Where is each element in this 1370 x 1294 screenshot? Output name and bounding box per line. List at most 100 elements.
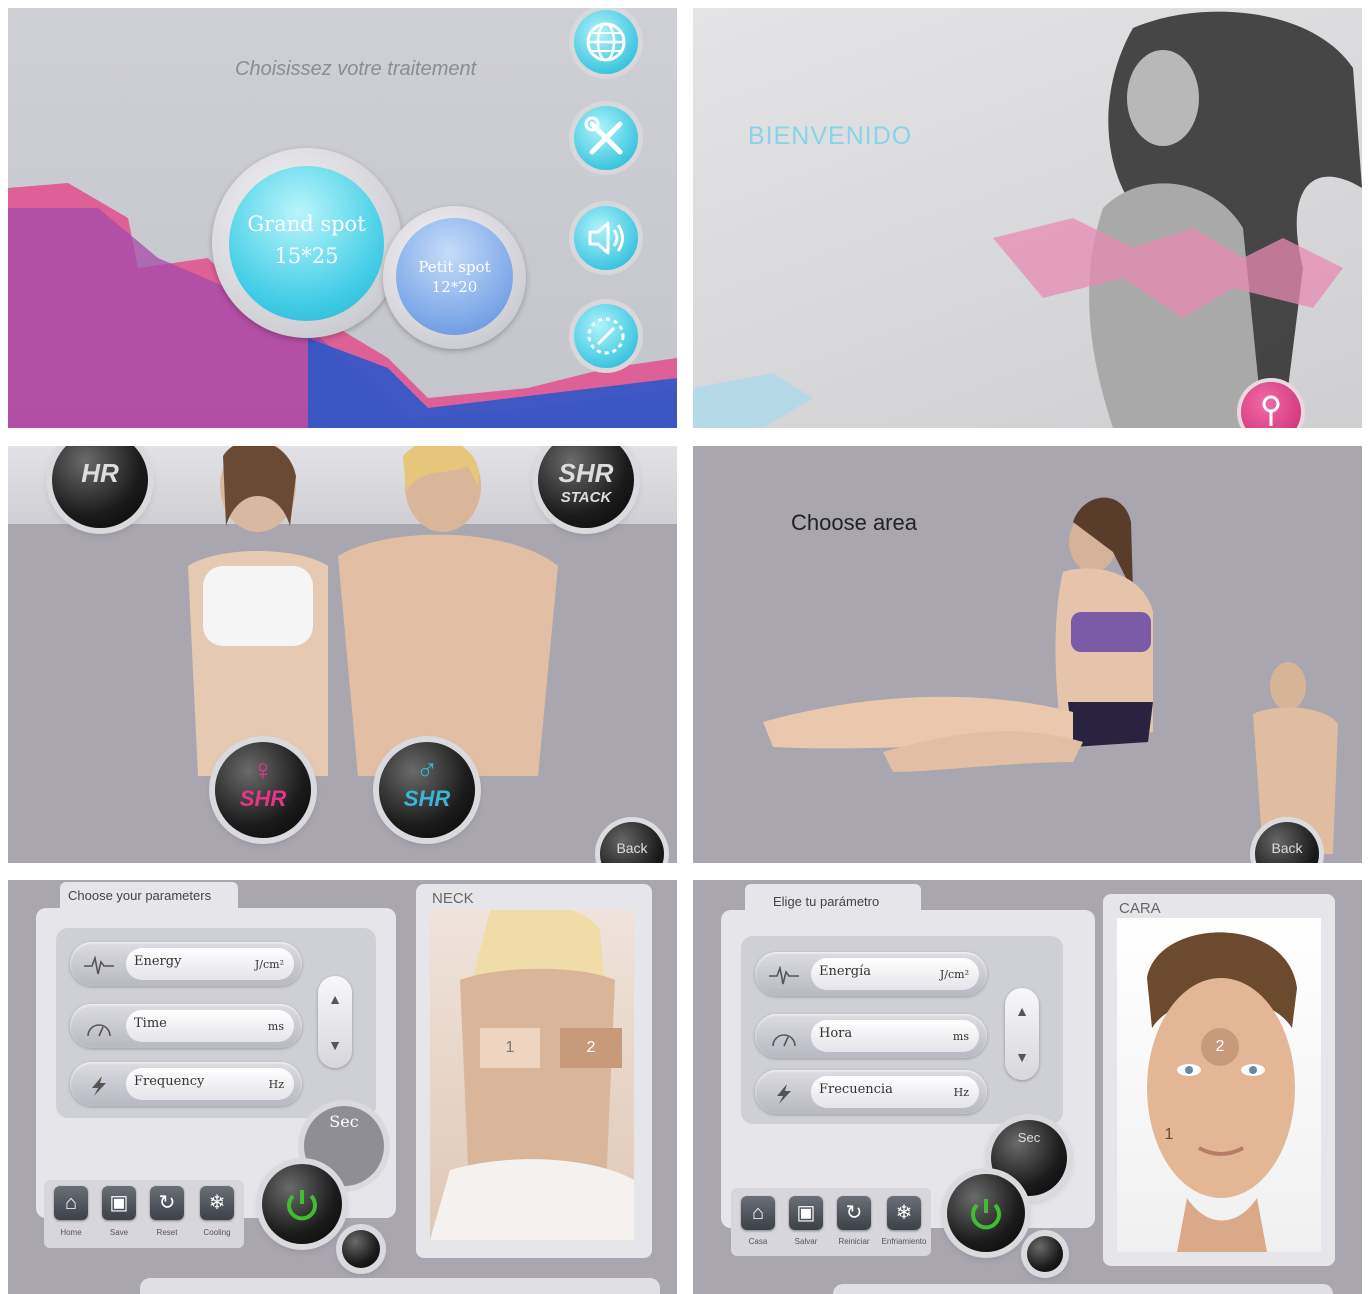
male-shr-button[interactable]: ♂ SHR: [379, 742, 475, 838]
power-button[interactable]: [947, 1174, 1025, 1252]
save-icon: ▣: [796, 1202, 816, 1224]
zone-1-label: 1: [1164, 1126, 1174, 1143]
energy-field[interactable]: Energy J/cm²: [70, 942, 302, 986]
speaker-icon: [588, 221, 624, 255]
bottom-tab-strip: [833, 1284, 1333, 1294]
back-figure: [430, 910, 634, 1240]
time-label: Hora: [819, 1026, 853, 1041]
power-icon: [971, 1199, 1001, 1230]
home-icon: ⌂: [751, 1202, 765, 1224]
energy-label: Energy: [134, 954, 182, 969]
frequency-field[interactable]: Frequency Hz: [70, 1062, 302, 1106]
time-unit: ms: [267, 1020, 284, 1033]
key-icon: [1262, 395, 1280, 426]
key-button[interactable]: [1241, 382, 1301, 428]
frequency-unit: Hz: [268, 1078, 284, 1091]
petit-spot-label: Petit spot: [418, 258, 491, 276]
parameters-tab: Elige tu parámetro: [745, 884, 921, 916]
energy-field[interactable]: Energía J/cm²: [755, 952, 987, 996]
sec-label: Sec: [329, 1112, 359, 1131]
pulse-icon: [84, 956, 114, 975]
save-label: Save: [109, 1228, 129, 1237]
time-label: Time: [134, 1016, 167, 1031]
sound-button[interactable]: [574, 206, 638, 270]
zone-1-label: 1: [505, 1039, 515, 1056]
male-shr-label: SHR: [403, 786, 451, 811]
time-field[interactable]: Hora ms: [755, 1014, 987, 1058]
bottom-tab-strip: [140, 1278, 660, 1294]
zone-2[interactable]: 2: [560, 1028, 622, 1068]
sun-icon: [587, 317, 625, 355]
secondary-knob[interactable]: [1027, 1236, 1063, 1272]
decrease-button[interactable]: ▼: [318, 1022, 352, 1068]
zone-2-label: 2: [586, 1039, 596, 1056]
cooling-button[interactable]: ❄: [887, 1196, 921, 1230]
panel-parameters-en: Choose your parameters Energy J/cm² Time…: [8, 880, 677, 1294]
value-stepper: ▲ ▼: [1005, 988, 1039, 1080]
welcome-title: BIENVENIDO: [748, 122, 913, 150]
lightning-icon: [92, 1076, 106, 1096]
home-button[interactable]: ⌂: [54, 1186, 88, 1220]
gauge-icon: [772, 1034, 796, 1047]
energy-unit: J/cm²: [254, 958, 284, 971]
female-body-photo[interactable]: [753, 482, 1223, 772]
save-label: Salvar: [794, 1237, 818, 1246]
tools-icon: [584, 116, 623, 155]
panel-mode-selection: HR SHR STACK ♀ SHR ♂ SHR Back: [8, 446, 677, 863]
reset-button[interactable]: ↻: [837, 1196, 871, 1230]
pulse-icon: [769, 966, 799, 985]
zone-2[interactable]: 2: [1201, 1028, 1239, 1066]
decorative-crystal: [693, 373, 813, 428]
parameters-tab-label: Elige tu parámetro: [773, 894, 880, 909]
face-area-photo: [1117, 918, 1321, 1252]
power-button[interactable]: [262, 1164, 342, 1244]
snowflake-icon: ❄: [208, 1192, 226, 1214]
reset-label: Reset: [156, 1228, 178, 1237]
power-icon: [287, 1190, 317, 1221]
energy-unit: J/cm²: [939, 968, 969, 981]
male-icon: ♂: [415, 754, 439, 787]
snowflake-icon: ❄: [895, 1202, 913, 1224]
grand-spot-label: Grand spot: [247, 212, 366, 236]
frequency-label: Frequency: [134, 1074, 205, 1089]
panel-spot-selection: Choisissez votre traitement Grand spot 1…: [8, 8, 677, 428]
save-icon: ▣: [109, 1192, 129, 1214]
female-shr-label: SHR: [239, 786, 287, 811]
zone-1[interactable]: 1: [1159, 1126, 1179, 1148]
language-button[interactable]: [574, 10, 638, 74]
brightness-button[interactable]: [574, 304, 638, 368]
back-label: Back: [1271, 840, 1303, 856]
reset-icon: ↻: [845, 1202, 863, 1224]
increase-button[interactable]: ▲: [1005, 988, 1039, 1034]
time-unit: ms: [952, 1030, 969, 1043]
model-photo: [993, 11, 1362, 428]
petit-spot-button[interactable]: Petit spot 12*20: [396, 218, 513, 335]
energy-label: Energía: [819, 964, 871, 979]
reset-button[interactable]: ↻: [150, 1186, 184, 1220]
cooling-button[interactable]: ❄: [200, 1186, 234, 1220]
grand-spot-button[interactable]: Grand spot 15*25: [229, 166, 384, 321]
reset-label: Reiniciar: [838, 1237, 870, 1246]
panel-welcome: BIENVENIDO: [693, 8, 1362, 428]
frequency-label: Frecuencia: [819, 1082, 893, 1097]
female-shr-button[interactable]: ♀ SHR: [215, 742, 311, 838]
decrease-button[interactable]: ▼: [1005, 1034, 1039, 1080]
time-field[interactable]: Time ms: [70, 1004, 302, 1048]
page-title: Choisissez votre traitement: [235, 58, 477, 80]
secondary-knob[interactable]: [342, 1230, 380, 1268]
lightning-icon: [777, 1084, 791, 1104]
increase-button[interactable]: ▲: [318, 976, 352, 1022]
parameters-tab-label: Choose your parameters: [68, 888, 212, 903]
home-button[interactable]: ⌂: [741, 1196, 775, 1230]
cooling-label: Cooling: [203, 1228, 231, 1237]
settings-button[interactable]: [574, 106, 638, 170]
back-label: Back: [616, 840, 648, 856]
frequency-field[interactable]: Frecuencia Hz: [755, 1070, 987, 1114]
save-button[interactable]: ▣: [789, 1196, 823, 1230]
parameters-tab: Choose your parameters: [60, 882, 238, 914]
zone-1[interactable]: 1: [480, 1028, 540, 1068]
save-button[interactable]: ▣: [102, 1186, 136, 1220]
reset-icon: ↻: [158, 1192, 176, 1214]
globe-icon: [586, 22, 626, 62]
cooling-label: Enfriamiento: [881, 1237, 927, 1246]
